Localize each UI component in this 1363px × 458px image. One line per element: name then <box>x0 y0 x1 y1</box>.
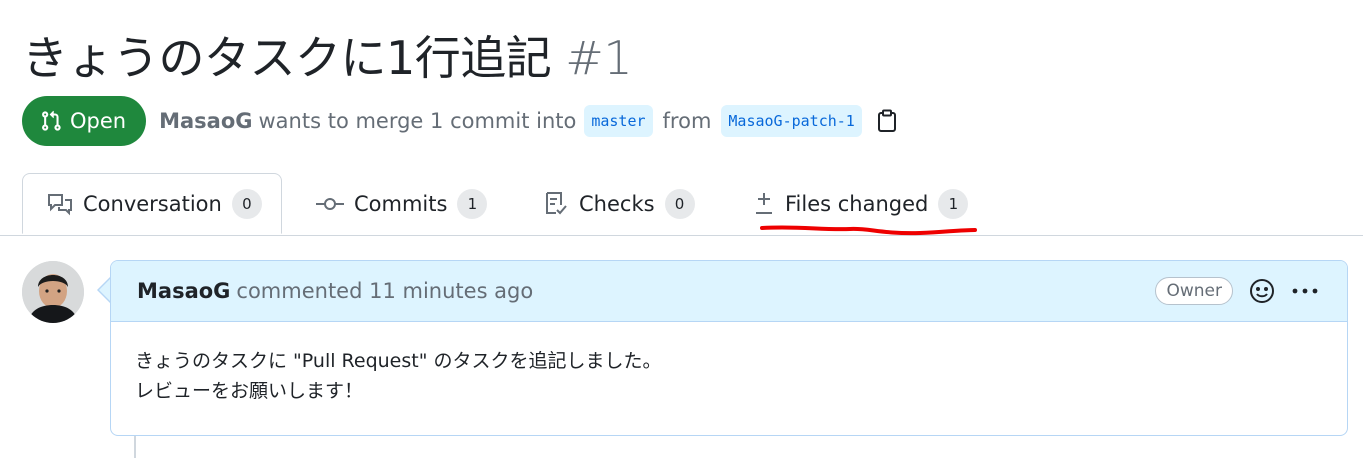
comment-actions: Owner <box>1155 261 1319 321</box>
smiley-icon[interactable] <box>1249 278 1275 304</box>
comment-body-line-1: きょうのタスクに "Pull Request" のタスクを追記しました。 <box>135 350 662 372</box>
tab-checks[interactable]: Checks 0 <box>543 173 695 235</box>
pr-state-badge: Open <box>22 96 147 146</box>
comment-discussion-icon <box>47 192 73 216</box>
pr-title-text: きょうのタスクに1行追記 <box>22 31 552 85</box>
timeline-line <box>134 436 136 458</box>
comment-action: commented 11 minutes ago <box>236 279 534 303</box>
git-commit-icon <box>316 196 344 212</box>
comment-box: MasaoG commented 11 minutes ago Owner きょ… <box>110 260 1348 436</box>
owner-badge: Owner <box>1155 277 1233 305</box>
tab-checks-label: Checks <box>579 192 655 216</box>
copy-icon[interactable] <box>876 109 898 133</box>
pr-meta: Open MasaoG wants to merge 1 commit into… <box>22 96 898 146</box>
pr-tabs: Conversation 0 Commits 1 Checks 0 Files … <box>0 173 1363 236</box>
tab-files-changed-label: Files changed <box>785 192 929 216</box>
pr-title: きょうのタスクに1行追記 #1 <box>22 26 633 90</box>
diff-icon <box>753 191 775 217</box>
from-text: from <box>662 109 712 133</box>
pr-state-label: Open <box>70 109 127 133</box>
comment-header: MasaoG commented 11 minutes ago Owner <box>111 261 1347 322</box>
tab-conversation[interactable]: Conversation 0 <box>22 173 282 234</box>
merge-text: wants to merge 1 commit into <box>258 109 577 133</box>
tab-files-changed-count: 1 <box>938 189 969 219</box>
tab-conversation-count: 0 <box>231 188 262 219</box>
base-branch[interactable]: master <box>584 105 653 137</box>
tab-commits-count: 1 <box>457 189 488 219</box>
head-branch[interactable]: MasaoG-patch-1 <box>721 105 862 137</box>
comment-body: きょうのタスクに "Pull Request" のタスクを追記しました。 レビュ… <box>111 322 1347 430</box>
comment-author[interactable]: MasaoG <box>137 279 230 303</box>
red-annotation-underline <box>760 225 977 236</box>
checklist-icon <box>543 191 569 217</box>
pr-author-link[interactable]: MasaoG <box>159 109 252 133</box>
git-pull-request-icon <box>40 110 62 132</box>
tab-checks-count: 0 <box>664 189 695 219</box>
tab-conversation-label: Conversation <box>83 191 222 216</box>
tab-commits[interactable]: Commits 1 <box>316 173 488 235</box>
pr-merge-summary: MasaoG wants to merge 1 commit into mast… <box>159 105 898 137</box>
pr-number: #1 <box>565 31 633 85</box>
comment-body-line-2: レビューをお願いします！ <box>135 380 364 402</box>
avatar[interactable] <box>22 261 84 323</box>
kebab-menu-icon[interactable] <box>1291 287 1319 295</box>
tab-commits-label: Commits <box>354 192 448 216</box>
